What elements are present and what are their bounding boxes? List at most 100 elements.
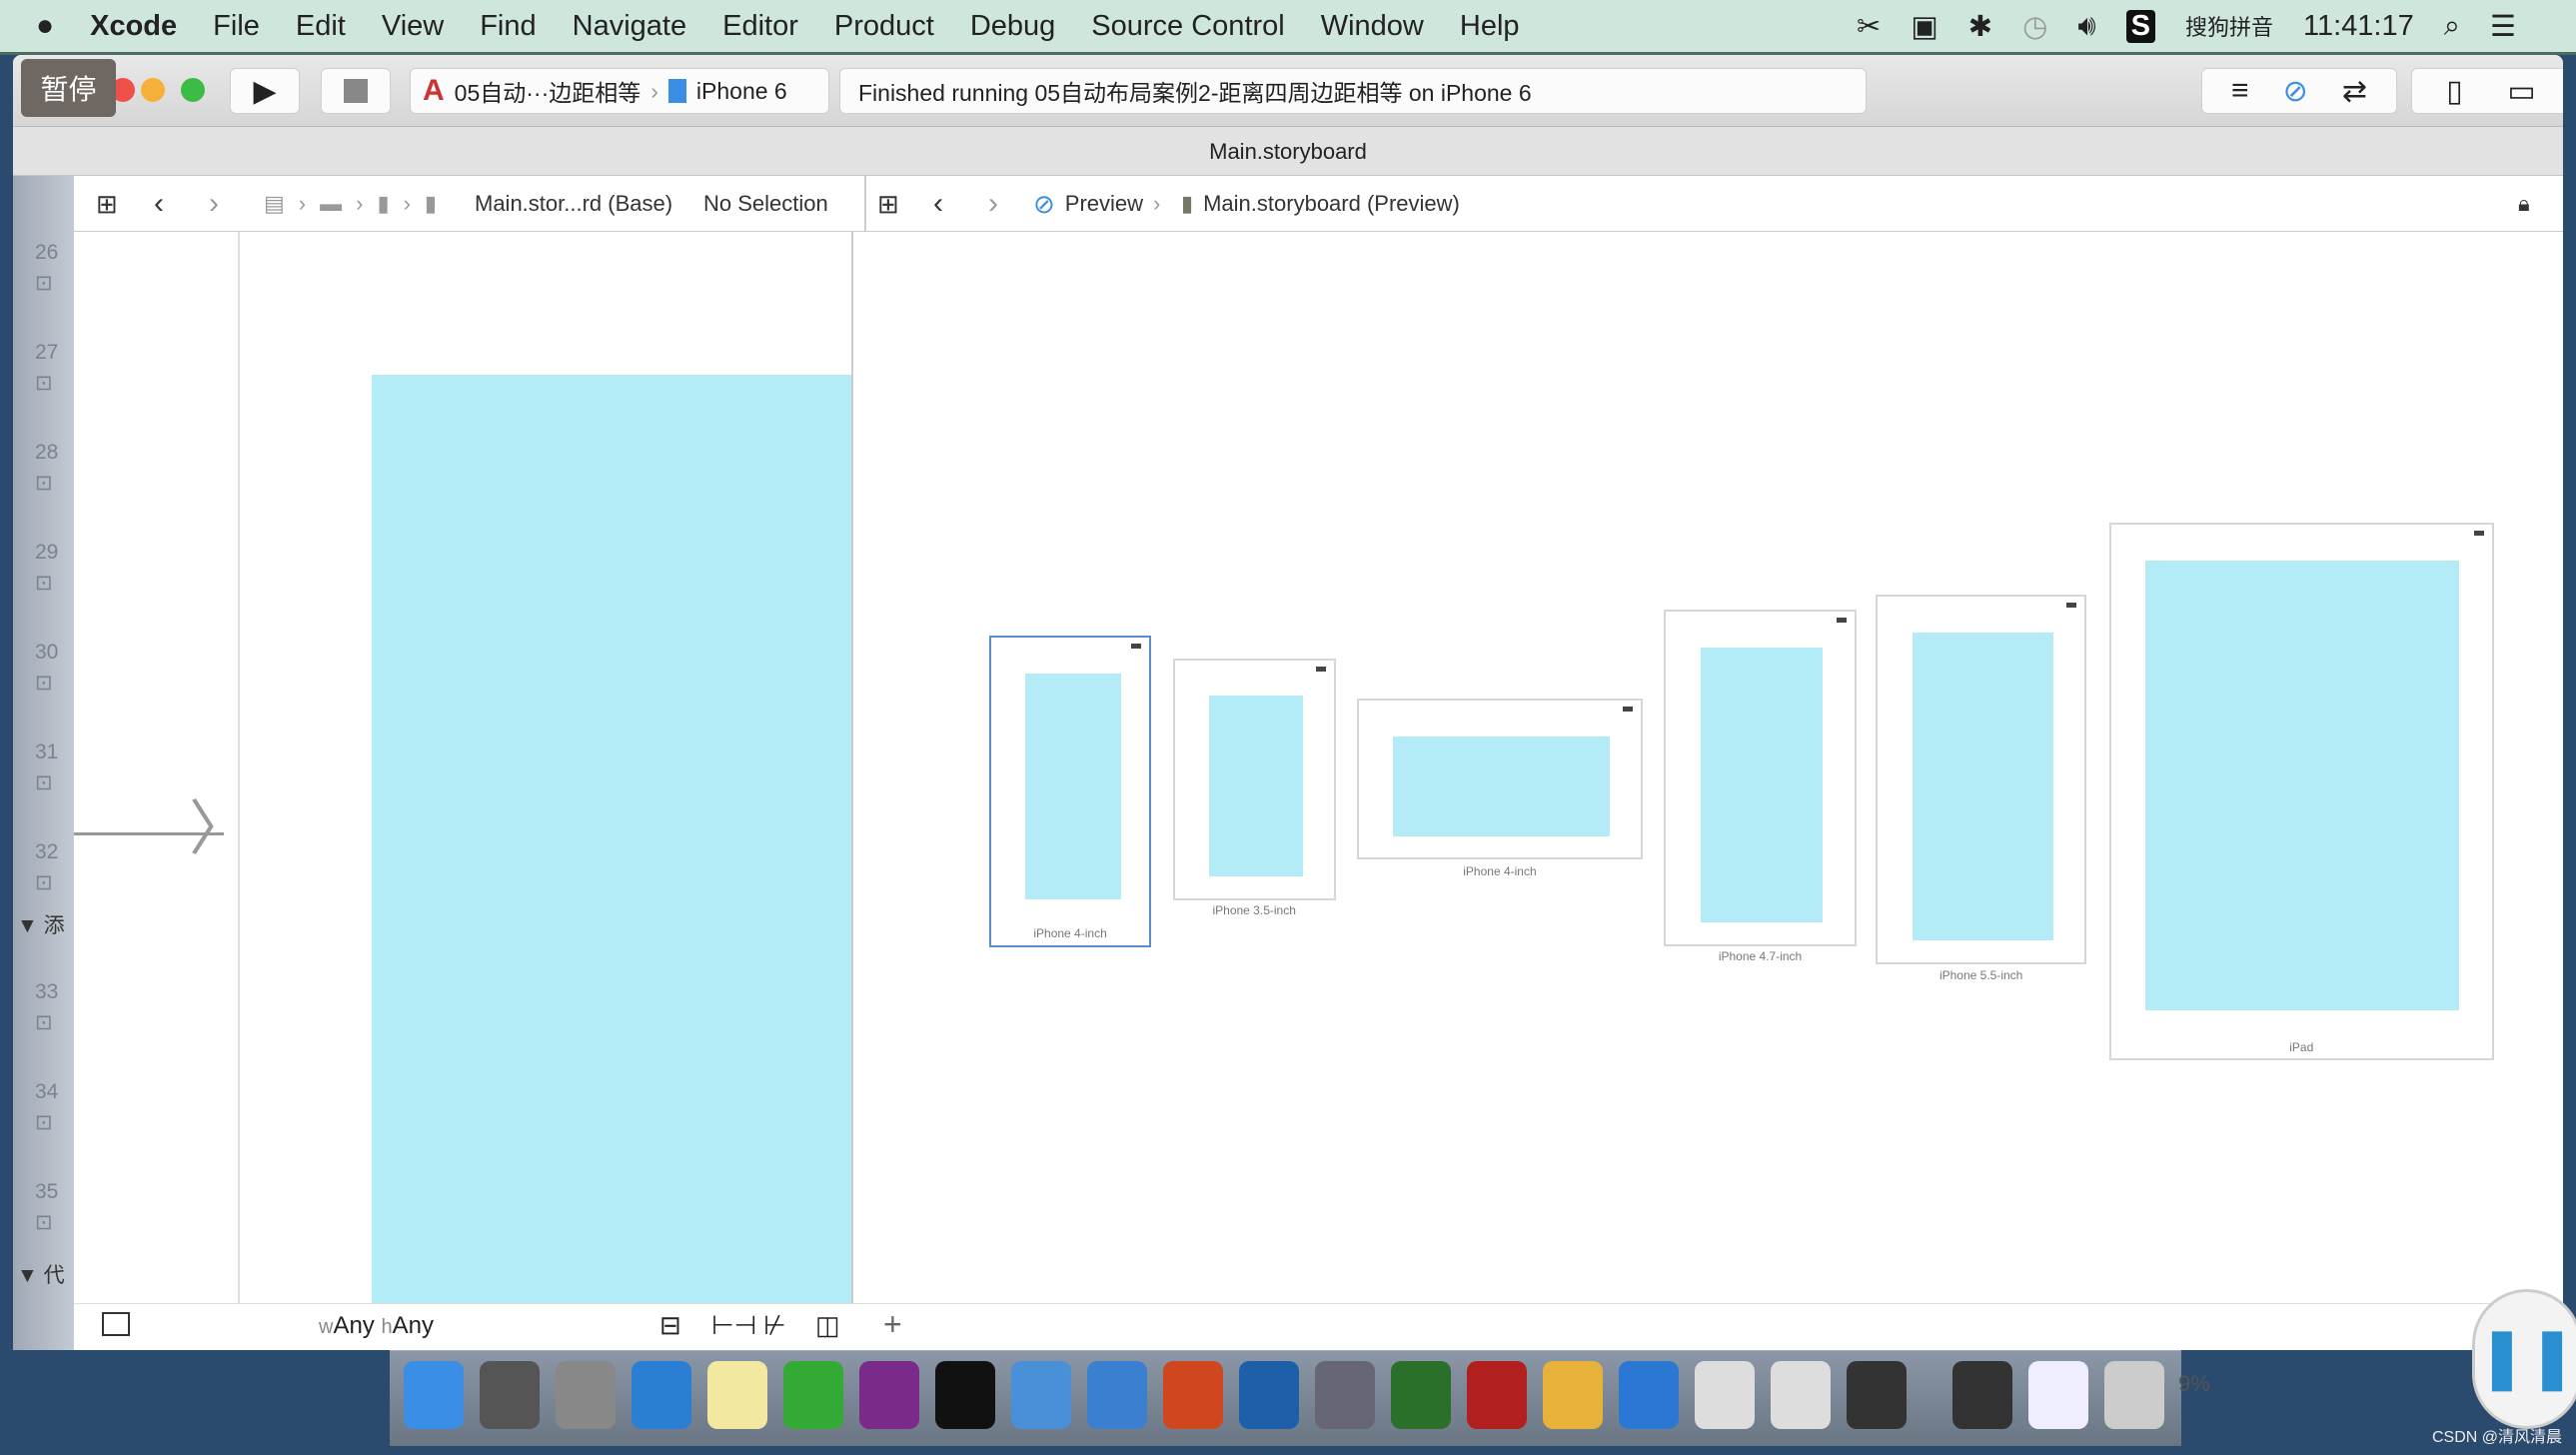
- device-preview[interactable]: iPhone 4-inch: [1356, 698, 1643, 878]
- remove-preview-icon[interactable]: [1131, 644, 1142, 650]
- remove-preview-icon[interactable]: [1622, 706, 1633, 712]
- scissors-icon[interactable]: ✂: [1857, 9, 1881, 44]
- lock-icon[interactable]: 🔒︎: [2518, 176, 2530, 232]
- network-1-icon[interactable]: [1847, 1361, 1907, 1429]
- pin-icon[interactable]: ⊢⊣: [711, 1310, 756, 1341]
- preview-icon[interactable]: [2028, 1361, 2088, 1429]
- imovie-icon[interactable]: [1315, 1361, 1375, 1429]
- simulator-icon[interactable]: [1087, 1361, 1147, 1429]
- add-device-button[interactable]: +: [883, 1306, 902, 1343]
- menu-file[interactable]: File: [213, 10, 260, 43]
- resizing-icon[interactable]: ◫: [815, 1310, 840, 1341]
- debug-area-toggle-icon[interactable]: ▭: [2507, 74, 2535, 109]
- resolve-issues-icon[interactable]: ⊬: [763, 1310, 786, 1341]
- menu-editor[interactable]: Editor: [722, 10, 798, 43]
- storyboard-view-controller[interactable]: [372, 375, 851, 1333]
- connection-icon: ⊡: [35, 472, 53, 495]
- ftp-app-icon[interactable]: [1391, 1361, 1451, 1429]
- remove-preview-icon[interactable]: [1315, 667, 1326, 673]
- run-button[interactable]: ▶: [230, 68, 300, 114]
- onenote-icon[interactable]: [859, 1361, 919, 1429]
- align-icon[interactable]: ⊟: [659, 1310, 681, 1341]
- device-preview[interactable]: iPhone 4.7-inch: [1664, 609, 1857, 963]
- network-2-icon[interactable]: [1952, 1361, 2012, 1429]
- jump-preview-mode[interactable]: ⊘ Preview ›: [1033, 176, 1160, 232]
- editor-divider[interactable]: [851, 232, 853, 1350]
- instruments-2-icon[interactable]: [1771, 1361, 1831, 1429]
- related-items-icon-right[interactable]: ⊞: [877, 176, 899, 232]
- menu-navigate[interactable]: Navigate: [573, 10, 686, 43]
- assistant-editor-icon[interactable]: ⊘: [2283, 74, 2308, 109]
- sogou-icon[interactable]: S: [2125, 9, 2155, 43]
- path-icons[interactable]: ▤ › ▬ › ▮ › ▮: [264, 176, 437, 232]
- word-icon[interactable]: [1619, 1361, 1679, 1429]
- spotlight-icon[interactable]: ⌕: [2444, 10, 2460, 43]
- trash-icon[interactable]: [2104, 1361, 2164, 1429]
- excel-icon[interactable]: [783, 1361, 843, 1429]
- menu-edit[interactable]: Edit: [296, 10, 346, 43]
- device-preview[interactable]: iPhone 3.5-inch: [1172, 659, 1336, 917]
- jump-file-right[interactable]: ▮ Main.storyboard (Preview): [1181, 176, 1460, 232]
- related-items-icon[interactable]: ⊞: [96, 176, 118, 232]
- navigator-toggle-icon[interactable]: ▯: [2446, 74, 2463, 109]
- menu-view[interactable]: View: [382, 10, 444, 43]
- clock[interactable]: 11:41:17: [2303, 10, 2414, 43]
- connection-icon: ⊡: [35, 372, 53, 395]
- zoom-button[interactable]: [181, 78, 205, 102]
- menu-find[interactable]: Find: [480, 10, 536, 43]
- stop-button[interactable]: [321, 68, 391, 114]
- pause-overlay[interactable]: 暂停: [21, 59, 116, 117]
- screen-record-icon[interactable]: ▣: [1911, 9, 1937, 44]
- version-editor-icon[interactable]: ⇄: [2342, 74, 2367, 109]
- volume-icon[interactable]: 🔊︎: [2077, 10, 2095, 43]
- jump-file-left[interactable]: Main.stor...rd (Base): [475, 176, 672, 232]
- connection-icon: ⊡: [35, 672, 53, 695]
- scheme-selector[interactable]: A 05自动···边距相等 › iPhone 6: [410, 68, 829, 114]
- xcode-icon[interactable]: [1011, 1361, 1071, 1429]
- powerpoint-icon[interactable]: [1163, 1361, 1223, 1429]
- notification-list-icon[interactable]: ☰: [2490, 9, 2516, 44]
- back-button-right[interactable]: ‹: [933, 176, 943, 232]
- remove-preview-icon[interactable]: [1836, 617, 1847, 623]
- finder-icon[interactable]: [404, 1361, 464, 1429]
- safari-icon[interactable]: [632, 1361, 691, 1429]
- size-class-control[interactable]: wAny hAny: [319, 1312, 434, 1340]
- menu-help[interactable]: Help: [1460, 10, 1520, 43]
- back-button[interactable]: ‹: [154, 176, 164, 232]
- input-method[interactable]: 搜狗拼音: [2185, 10, 2273, 42]
- standard-editor-icon[interactable]: ≡: [2231, 74, 2249, 108]
- device-preview[interactable]: iPhone 5.5-inch: [1876, 595, 2086, 982]
- bluetooth-icon[interactable]: ✱: [1968, 9, 1992, 44]
- menu-debug[interactable]: Debug: [970, 10, 1055, 43]
- remove-preview-icon[interactable]: [2065, 603, 2076, 609]
- sketch-icon[interactable]: [1543, 1361, 1603, 1429]
- gutter-group[interactable]: ▼ 代: [17, 1259, 65, 1289]
- jump-selection[interactable]: No Selection: [703, 176, 828, 232]
- filezilla-icon[interactable]: [1467, 1361, 1527, 1429]
- apple-icon[interactable]: ●: [36, 9, 54, 43]
- menu-xcode[interactable]: Xcode: [90, 10, 177, 43]
- menu-product[interactable]: Product: [834, 10, 934, 43]
- menu-window[interactable]: Window: [1321, 10, 1424, 43]
- terminal-icon[interactable]: [935, 1361, 995, 1429]
- xcode-window: 暂停 ▶ A 05自动···边距相等 › iPhone 6 Finished r…: [13, 55, 2563, 1350]
- forward-button[interactable]: ›: [209, 176, 219, 232]
- pause-recording-button[interactable]: ❚❚: [2472, 1289, 2576, 1429]
- notes-icon[interactable]: [707, 1361, 767, 1429]
- minimize-button[interactable]: [141, 78, 165, 102]
- scissors-app-icon[interactable]: [1239, 1361, 1299, 1429]
- device-preview[interactable]: iPad: [2108, 522, 2494, 1061]
- remove-preview-icon[interactable]: [2473, 530, 2484, 536]
- document-outline-toggle-icon[interactable]: [102, 1312, 130, 1336]
- preview-label: iPhone 4.7-inch: [1718, 949, 1803, 964]
- time-machine-icon[interactable]: ◷: [2022, 9, 2047, 44]
- gutter-line-number: 33: [35, 980, 59, 1003]
- gutter-group[interactable]: ▼ 添: [17, 909, 65, 939]
- connection-icon: ⊡: [35, 771, 53, 794]
- device-preview[interactable]: iPhone 4-inch: [988, 636, 1152, 947]
- forward-button-right[interactable]: ›: [988, 176, 998, 232]
- menu-source-control[interactable]: Source Control: [1091, 10, 1284, 43]
- system-preferences-icon[interactable]: [480, 1361, 540, 1429]
- launchpad-icon[interactable]: [556, 1361, 616, 1429]
- instruments-icon[interactable]: [1695, 1361, 1755, 1429]
